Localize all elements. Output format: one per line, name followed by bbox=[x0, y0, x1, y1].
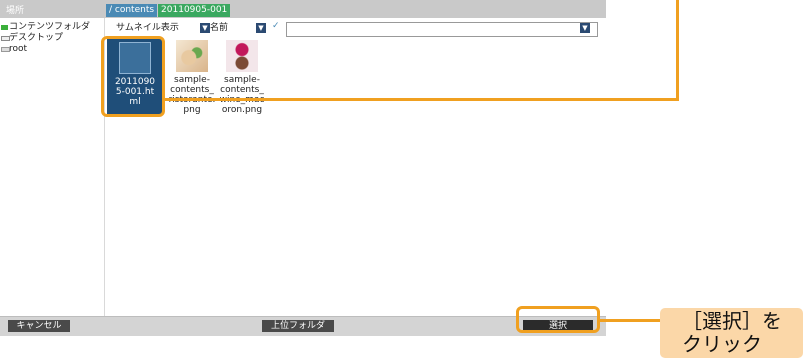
drive-icon bbox=[1, 47, 10, 52]
file-highlight-box bbox=[101, 36, 165, 117]
file-item-wine-macoron[interactable]: sample- contents_ wine_mac oron.png bbox=[214, 40, 270, 115]
sort-dropdown-icon[interactable]: ▼ bbox=[256, 23, 266, 33]
sort-select[interactable]: 名前 bbox=[210, 21, 228, 35]
callout-text: ［選択］を クリック bbox=[682, 309, 782, 356]
file-item-ristorante[interactable]: sample- contents_ ristorante. png bbox=[164, 40, 220, 115]
search-dropdown-icon[interactable]: ▼ bbox=[580, 23, 590, 33]
sidebar-item-contents-folder[interactable]: コンテンツフォルダ bbox=[0, 22, 104, 33]
cancel-button[interactable]: キャンセル bbox=[8, 320, 70, 332]
parent-folder-button[interactable]: 上位フォルダ bbox=[262, 320, 334, 332]
image-thumbnail bbox=[226, 40, 258, 72]
view-mode-dropdown-icon[interactable]: ▼ bbox=[200, 23, 210, 33]
view-mode-select[interactable]: サムネイル表示 bbox=[106, 21, 179, 35]
sidebar-item-desktop[interactable]: デスクトップ bbox=[0, 33, 104, 44]
folder-icon bbox=[1, 25, 8, 30]
location-bar: 場所 / contents 20110905-001 bbox=[0, 0, 606, 18]
breadcrumb-contents[interactable]: / contents bbox=[106, 4, 158, 17]
toolbar: サムネイル表示 ▼ 名前 ▼ ✓ ▼ bbox=[106, 21, 604, 37]
file-name: sample- contents_ ristorante. png bbox=[169, 75, 216, 115]
select-button-highlight bbox=[516, 306, 600, 333]
breadcrumb: / contents 20110905-001 bbox=[106, 4, 231, 17]
sort-order-icon[interactable]: ✓ bbox=[272, 21, 280, 31]
desktop-icon bbox=[1, 36, 10, 41]
callout-connector-line bbox=[165, 98, 679, 101]
breadcrumb-current-folder[interactable]: 20110905-001 bbox=[158, 4, 231, 17]
file-select-dialog: 場所 / contents 20110905-001 サムネイル表示 ▼ 名前 … bbox=[0, 0, 606, 336]
callout-connector-line bbox=[600, 319, 660, 322]
image-thumbnail bbox=[176, 40, 208, 72]
callout-connector-line bbox=[676, 0, 679, 101]
places-header: 場所 bbox=[6, 6, 25, 16]
sidebar-item-label: コンテンツフォルダ bbox=[9, 22, 91, 32]
instruction-callout: ［選択］を クリック bbox=[660, 308, 803, 358]
sidebar-item-label: root bbox=[9, 44, 28, 54]
sidebar: コンテンツフォルダ デスクトップ root bbox=[0, 18, 105, 316]
search-input[interactable] bbox=[286, 22, 598, 37]
sidebar-item-root[interactable]: root bbox=[0, 44, 104, 55]
sidebar-item-label: デスクトップ bbox=[9, 33, 64, 43]
file-name: sample- contents_ wine_mac oron.png bbox=[220, 75, 265, 115]
